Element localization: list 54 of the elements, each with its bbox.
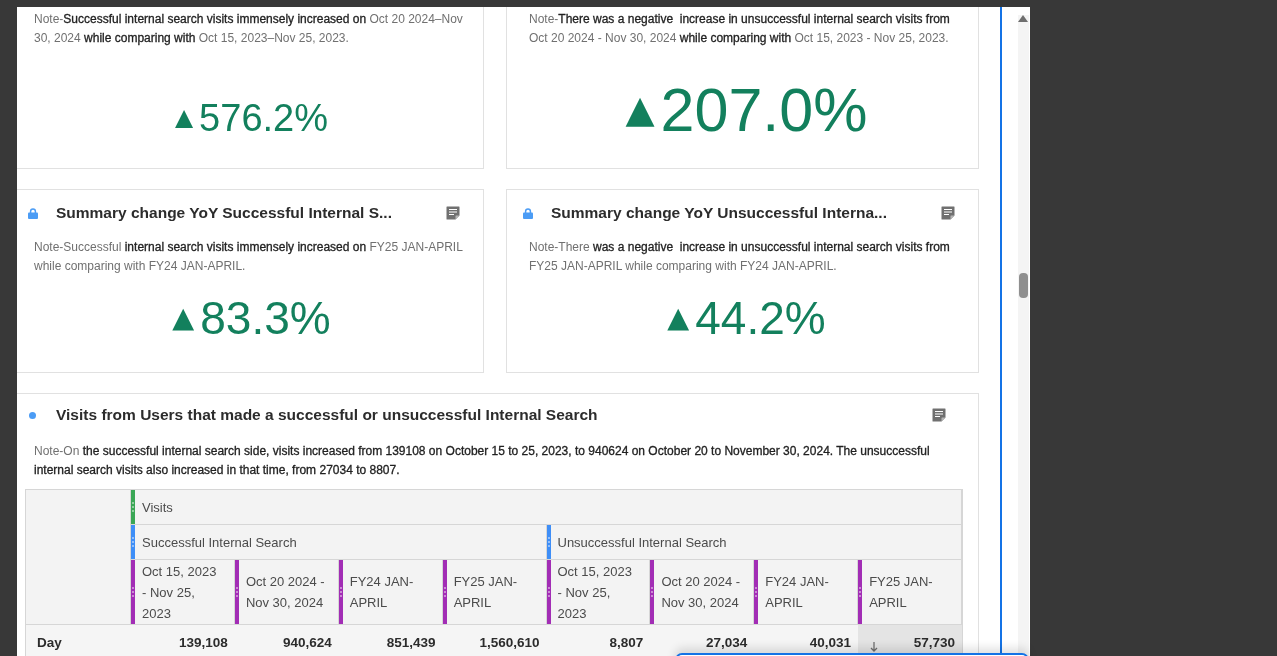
column-header[interactable]: FY24 JAN-APRIL xyxy=(754,560,859,625)
percent-change-value: 44.2% xyxy=(695,295,826,341)
document-icon[interactable] xyxy=(932,408,946,422)
column-header[interactable]: Successful Internal Search xyxy=(131,525,547,560)
metric-value: 940,624 xyxy=(282,634,332,652)
row-label: Day xyxy=(26,625,131,656)
drag-handle-icon[interactable] xyxy=(131,560,135,624)
document-icon[interactable] xyxy=(941,206,955,220)
percent-change-value: 83.3% xyxy=(200,295,331,341)
trend-arrow: ▲ xyxy=(175,106,194,130)
column-header[interactable]: FY24 JAN-APRIL xyxy=(338,560,443,625)
card-title: Summary change YoY Unsuccessful Interna... xyxy=(551,203,887,223)
metric-value: 57,730 xyxy=(913,634,955,652)
column-header[interactable]: Oct 15, 2023 - Nov 25, 2023 xyxy=(131,560,235,625)
metric-value: 40,031 xyxy=(809,634,852,652)
note-text: Note-There was a negative increase in unsuccessful internal search visits from FY25 JAN-APRIL while comparing with FY24 JAN-APRIL. xyxy=(529,239,951,275)
scrollbar[interactable] xyxy=(1018,15,1029,656)
card-title: Summary change YoY Successful Internal S... xyxy=(56,203,392,223)
drag-handle-icon[interactable] xyxy=(754,560,759,624)
drag-handle-icon[interactable] xyxy=(234,560,239,624)
column-header[interactable]: FY25 JAN-APRIL xyxy=(442,560,547,625)
drag-handle-icon[interactable] xyxy=(131,490,135,524)
note-text: Note-On the successful internal search side, visits increased from 139108 on October 15 to 25, 2023, to 940624 on October 20 to November 30, 2024. The unsuccessful internal search visits also increased in that time, from 27034 to 8807. xyxy=(34,443,931,479)
column-header[interactable]: Unsuccessful Internal Search xyxy=(546,525,962,560)
percent-change-value: 207.0% xyxy=(660,79,868,141)
drag-handle-icon[interactable] xyxy=(546,560,551,624)
percent-change-value: 576.2% xyxy=(199,99,328,137)
metric-value: 8,807 xyxy=(609,634,644,652)
note-text: Note-Successful internal search visits immensely increased on Oct 20 2024–Nov 30, 2024 while comparing with Oct 15, 2023–Nov 25, 2023. xyxy=(34,11,464,47)
document-icon[interactable] xyxy=(446,206,460,220)
note-text: Note-Successful internal search visits immensely increased on FY25 JAN-APRIL while comparing with FY24 JAN-APRIL. xyxy=(34,239,464,275)
drag-handle-icon[interactable] xyxy=(131,525,135,559)
trend-arrow: ▲ xyxy=(667,303,690,333)
drag-handle-icon[interactable] xyxy=(650,560,655,624)
sort-arrow-icon[interactable] xyxy=(870,642,879,652)
metric-value: 27,034 xyxy=(705,634,748,652)
column-header[interactable]: Oct 20 2024 - Nov 30, 2024 xyxy=(650,560,755,625)
trend-arrow: ▲ xyxy=(625,91,655,129)
metric-value: 851,439 xyxy=(386,634,436,652)
metric-value: 139,108 xyxy=(179,634,228,652)
scrollbar-thumb[interactable] xyxy=(1019,273,1028,298)
column-header[interactable]: Visits xyxy=(131,490,962,525)
drag-handle-icon[interactable] xyxy=(442,560,447,624)
column-header[interactable]: FY25 JAN-APRIL xyxy=(858,560,962,625)
note-text: Note-There was a negative increase in unsuccessful internal search visits from Oct 20 2024 - Nov 30, 2024 while comparing with Oct 15, 2023 - Nov 25, 2023. xyxy=(529,11,951,47)
drag-handle-icon[interactable] xyxy=(546,525,551,559)
column-header[interactable]: Oct 20 2024 - Nov 30, 2024 xyxy=(234,560,339,625)
drag-handle-icon[interactable] xyxy=(858,560,863,624)
drag-handle-icon[interactable] xyxy=(338,560,343,624)
column-header[interactable]: Oct 15, 2023 - Nov 25, 2023 xyxy=(546,560,651,625)
card-title: Visits from Users that made a successful or unsuccessful Internal Search xyxy=(56,405,598,425)
metric-value: 1,560,610 xyxy=(479,634,540,652)
trend-arrow: ▲ xyxy=(172,303,195,333)
scroll-up-arrow-icon[interactable] xyxy=(1018,15,1028,22)
